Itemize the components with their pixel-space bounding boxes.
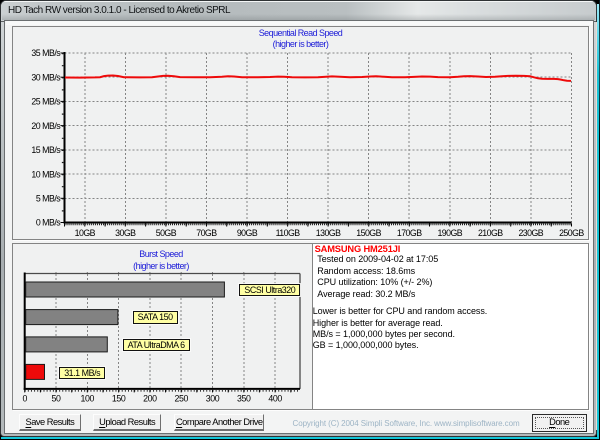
svg-text:200: 200	[143, 393, 157, 403]
svg-text:300: 300	[206, 393, 220, 403]
svg-text:350: 350	[237, 393, 251, 403]
svg-text:50: 50	[52, 393, 61, 403]
svg-text:100: 100	[81, 393, 95, 403]
svg-text:150: 150	[112, 393, 126, 403]
svg-text:400: 400	[268, 393, 282, 403]
svg-text:250: 250	[174, 393, 188, 403]
svg-text:0: 0	[22, 393, 27, 403]
